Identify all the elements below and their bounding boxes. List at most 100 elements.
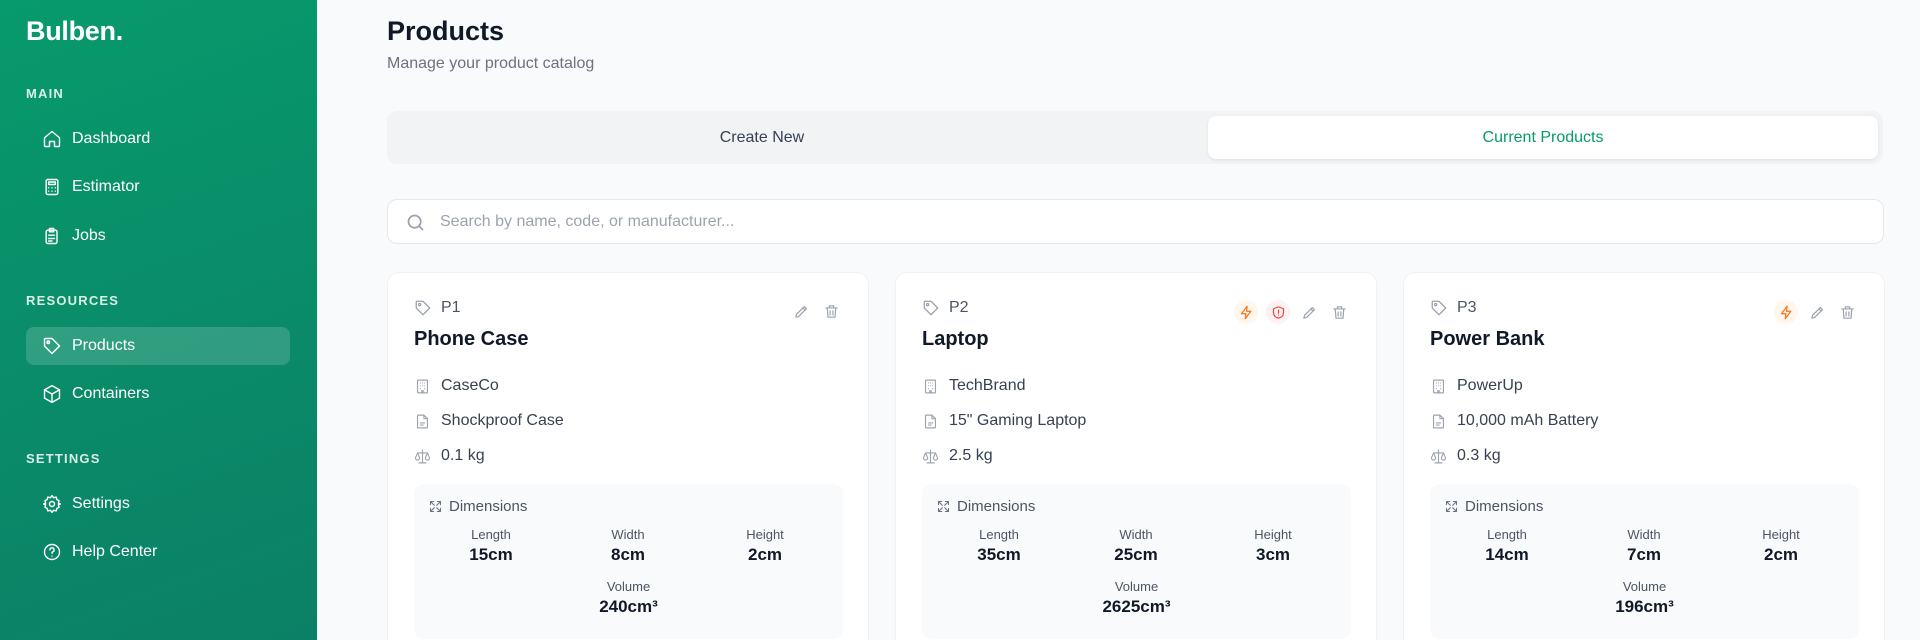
product-weight: 2.5 kg [922,447,993,465]
sidebar-item-dashboard[interactable]: Dashboard [26,120,290,158]
sidebar-item-label: Dashboard [72,130,151,147]
sidebar-section-resources: RESOURCES [26,293,120,308]
box-icon [43,384,61,404]
dimensions-title: Dimensions [957,498,1036,515]
product-code: P2 [922,299,969,317]
product-description: 15" Gaming Laptop [922,412,1086,430]
manufacturer-text: TechBrand [949,377,1026,394]
product-name: Power Bank [1430,328,1545,350]
length-value: 15cm [469,545,513,564]
length-value: 35cm [977,545,1021,564]
description-text: 10,000 mAh Battery [1457,412,1599,429]
manufacturer-text: PowerUp [1457,377,1523,394]
product-code: P1 [414,299,461,317]
length-field: Length 35cm [939,527,1059,565]
weight-text: 0.1 kg [441,447,485,464]
height-label: Height [1254,527,1292,542]
product-card: P3 Power Bank PowerUp 10,000 mAh Battery… [1403,272,1885,640]
sidebar-item-settings[interactable]: Settings [26,485,290,523]
height-field: Height 2cm [705,527,825,565]
volume-field: Volume 240cm³ [414,579,843,617]
bolt-icon [1780,305,1791,319]
card-actions [790,300,842,322]
product-code-text: P2 [949,299,969,316]
tag-icon [43,337,61,355]
trash-icon [1840,305,1854,319]
page-title: Products [387,16,505,46]
width-value: 7cm [1626,545,1662,564]
product-card: P2 Laptop TechBrand 15" Gaming Laptop 2.… [895,272,1377,640]
delete-button[interactable] [1328,301,1350,323]
expand-icon [937,500,950,513]
description-text: Shockproof Case [441,412,564,429]
dimensions-header: Dimensions [428,498,527,515]
volume-label: Volume [1114,579,1159,594]
weight-text: 2.5 kg [949,447,993,464]
height-value: 2cm [1763,545,1799,564]
page-subtitle: Manage your product catalog [387,55,595,72]
calculator-icon [45,178,59,196]
delete-button[interactable] [1836,301,1858,323]
help-circle-icon [43,543,61,561]
width-label: Width [1119,527,1153,542]
length-field: Length 14cm [1447,527,1567,565]
building-icon [924,379,937,393]
dimensions-panel: Dimensions Length 14cm Width 7cm Height … [1430,484,1859,639]
dimensions-panel: Dimensions Length 15cm Width 8cm Height … [414,484,843,639]
pencil-icon [1302,306,1315,319]
edit-button[interactable] [1298,301,1320,323]
sidebar-item-label: Help Center [72,543,158,560]
product-name: Laptop [922,328,989,350]
dimensions-title: Dimensions [1465,498,1544,515]
width-field: Width 7cm [1584,527,1704,565]
bolt-icon [1240,305,1251,319]
product-card: P1 Phone Case CaseCo Shockproof Case 0.1… [387,272,869,640]
volume-field: Volume 2625cm³ [922,579,1351,617]
edit-button[interactable] [1806,301,1828,323]
length-field: Length 15cm [431,527,551,565]
sidebar-item-label: Containers [72,385,150,402]
delete-button[interactable] [820,300,842,322]
main-content: Products Manage your product catalog Cre… [317,0,1920,640]
volume-field: Volume 196cm³ [1430,579,1859,617]
dimensions-header: Dimensions [1444,498,1543,515]
product-name: Phone Case [414,328,529,350]
pencil-icon [1810,306,1823,319]
product-manufacturer: TechBrand [922,377,1026,395]
search-input[interactable] [440,200,1860,243]
sidebar-item-estimator[interactable]: Estimator [26,168,290,206]
app-logo[interactable]: Bulben. [26,16,123,47]
product-code-text: P1 [441,299,461,316]
height-label: Height [1762,527,1800,542]
scale-icon [1430,449,1447,463]
product-code-text: P3 [1457,299,1477,316]
sidebar: Bulben. MAIN Dashboard Estimator Jobs RE… [0,0,317,640]
width-value: 8cm [610,545,646,564]
sidebar-item-containers[interactable]: Containers [26,375,290,413]
home-icon [43,130,61,148]
sidebar-item-help-center[interactable]: Help Center [26,533,290,571]
sidebar-section-main: MAIN [26,86,65,101]
pencil-icon [794,305,807,318]
tab-create-new[interactable]: Create New [392,116,1132,159]
dimensions-header: Dimensions [936,498,1035,515]
gear-icon [42,494,62,514]
sidebar-item-products[interactable]: Products [26,327,290,365]
tag-icon [923,300,939,316]
dimensions-panel: Dimensions Length 35cm Width 25cm Height… [922,484,1351,639]
sidebar-item-jobs[interactable]: Jobs [26,217,290,255]
width-field: Width 8cm [568,527,688,565]
edit-button[interactable] [790,300,812,322]
expand-icon [1445,500,1458,513]
volume-value: 2625cm³ [1102,597,1171,616]
sidebar-item-label: Products [72,337,136,354]
card-actions [1774,300,1858,324]
width-label: Width [1627,527,1661,542]
dimensions-title: Dimensions [449,498,528,515]
product-weight: 0.1 kg [414,447,485,465]
search-icon [407,214,424,231]
height-field: Height 2cm [1721,527,1841,565]
volume-value: 240cm³ [599,597,658,616]
sidebar-item-label: Estimator [72,178,140,195]
tab-current-products[interactable]: Current Products [1208,116,1878,159]
